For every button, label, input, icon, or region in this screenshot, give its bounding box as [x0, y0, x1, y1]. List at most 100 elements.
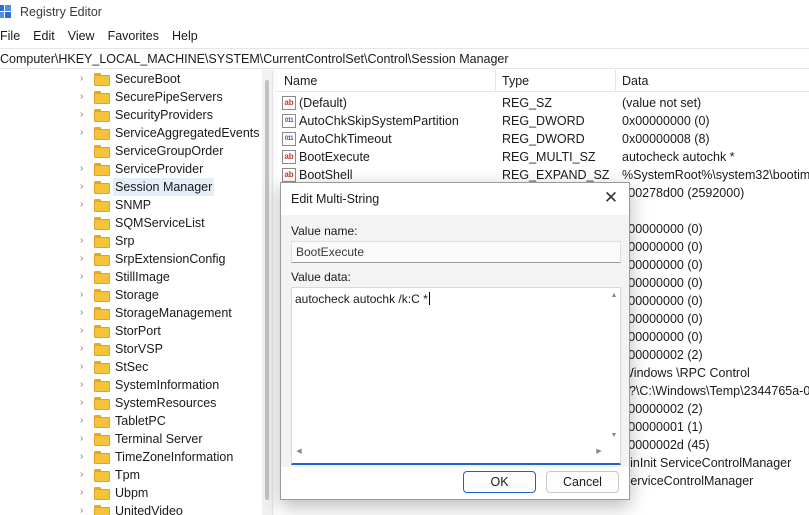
tree-item[interactable]: › Session Manager	[0, 178, 262, 196]
tree-item-label[interactable]: TabletPC	[113, 412, 168, 430]
menu-help[interactable]: Help	[172, 29, 198, 43]
tree-item-label[interactable]: ServiceProvider	[113, 160, 205, 178]
chevron-right-icon[interactable]: ›	[80, 164, 90, 174]
menu-view[interactable]: View	[68, 29, 95, 43]
column-header-type[interactable]: Type	[502, 74, 529, 88]
scroll-up-arrow-icon[interactable]: ▲	[610, 292, 618, 300]
tree-item[interactable]: › TabletPC	[0, 412, 262, 430]
tree-item[interactable]: › StorPort	[0, 322, 262, 340]
tree-item-label[interactable]: Srp	[113, 232, 136, 250]
tree-item-label[interactable]: StorPort	[113, 322, 163, 340]
menu-file[interactable]: File	[0, 29, 20, 43]
chevron-right-icon[interactable]: ›	[80, 272, 90, 282]
tree-item[interactable]: ServiceGroupOrder	[0, 142, 262, 160]
ok-button[interactable]: OK	[463, 471, 536, 493]
chevron-right-icon[interactable]: ›	[80, 92, 90, 102]
tree-item[interactable]: › StillImage	[0, 268, 262, 286]
tree-item-label[interactable]: SQMServiceList	[113, 214, 207, 232]
chevron-right-icon[interactable]: ›	[80, 434, 90, 444]
tree-item-label[interactable]: UnitedVideo	[113, 502, 185, 515]
value-row[interactable]: ab (Default) REG_SZ (value not set)	[277, 94, 809, 113]
value-row[interactable]: 011 AutoChkSkipSystemPartition REG_DWORD 0x…	[277, 112, 809, 131]
address-path[interactable]: Computer\HKEY_LOCAL_MACHINE\SYSTEM\Curre…	[0, 52, 509, 66]
chevron-right-icon[interactable]: ›	[80, 74, 90, 84]
tree-item-label[interactable]: SecurePipeServers	[113, 88, 225, 106]
tree-item[interactable]: › StorVSP	[0, 340, 262, 358]
column-separator[interactable]	[495, 70, 496, 92]
tree-item-label[interactable]: SNMP	[113, 196, 153, 214]
tree-item[interactable]: › Storage	[0, 286, 262, 304]
tree-item-label[interactable]: Tpm	[113, 466, 142, 484]
tree-item[interactable]: › ServiceAggregatedEvents	[0, 124, 262, 142]
tree-item-label[interactable]: SecureBoot	[113, 70, 182, 88]
tree-item[interactable]: › ServiceProvider	[0, 160, 262, 178]
chevron-right-icon[interactable]: ›	[80, 308, 90, 318]
tree-item[interactable]: › UnitedVideo	[0, 502, 262, 515]
chevron-right-icon[interactable]: ›	[80, 254, 90, 264]
chevron-right-icon[interactable]: ›	[80, 416, 90, 426]
tree-item[interactable]: › SystemInformation	[0, 376, 262, 394]
value-data-textarea[interactable]: autocheck autochk /k:C * ▲ ▼ ◀ ▶	[291, 287, 621, 465]
tree-scrollbar[interactable]	[262, 70, 272, 515]
tree-item[interactable]: › Tpm	[0, 466, 262, 484]
column-header-name[interactable]: Name	[284, 74, 317, 88]
address-bar[interactable]: Computer\HKEY_LOCAL_MACHINE\SYSTEM\Curre…	[0, 48, 809, 69]
tree-item[interactable]: › SrpExtensionConfig	[0, 250, 262, 268]
dialog-title-bar[interactable]: Edit Multi-String ✕	[281, 183, 629, 215]
chevron-right-icon[interactable]: ›	[80, 452, 90, 462]
chevron-right-icon[interactable]: ›	[80, 488, 90, 498]
close-icon[interactable]: ✕	[599, 187, 623, 211]
tree-item-label[interactable]: TimeZoneInformation	[113, 448, 235, 466]
chevron-right-icon[interactable]: ›	[80, 200, 90, 210]
chevron-right-icon[interactable]: ›	[80, 506, 90, 515]
chevron-right-icon[interactable]: ›	[80, 128, 90, 138]
chevron-right-icon[interactable]: ›	[80, 344, 90, 354]
tree-item-label[interactable]: Ubpm	[113, 484, 150, 502]
chevron-right-icon[interactable]: ›	[80, 110, 90, 120]
tree-item-label[interactable]: SecurityProviders	[113, 106, 215, 124]
tree-item[interactable]: › SecureBoot	[0, 70, 262, 88]
tree-item-label[interactable]: StorVSP	[113, 340, 165, 358]
tree-item-label[interactable]: SystemInformation	[113, 376, 221, 394]
tree-item[interactable]: › Srp	[0, 232, 262, 250]
tree-item-label[interactable]: StorageManagement	[113, 304, 234, 322]
tree-item[interactable]: › TimeZoneInformation	[0, 448, 262, 466]
scroll-down-arrow-icon[interactable]: ▼	[610, 432, 618, 440]
tree-item-label[interactable]: Session Manager	[113, 178, 215, 196]
chevron-right-icon[interactable]: ›	[80, 362, 90, 372]
tree-item[interactable]: › Terminal Server	[0, 430, 262, 448]
chevron-right-icon[interactable]: ›	[80, 380, 90, 390]
tree-item[interactable]: › SystemResources	[0, 394, 262, 412]
tree-item-label[interactable]: StSec	[113, 358, 150, 376]
tree-scrollbar-thumb[interactable]	[265, 80, 269, 500]
menu-favorites[interactable]: Favorites	[108, 29, 159, 43]
tree-item-label[interactable]: Storage	[113, 286, 161, 304]
tree-item-label[interactable]: SystemResources	[113, 394, 218, 412]
textarea-horizontal-scrollbar[interactable]: ◀ ▶	[292, 443, 608, 463]
column-separator[interactable]	[615, 70, 616, 92]
tree-item[interactable]: › StSec	[0, 358, 262, 376]
scroll-right-arrow-icon[interactable]: ▶	[595, 448, 603, 456]
chevron-right-icon[interactable]: ›	[80, 398, 90, 408]
value-name-field[interactable]: BootExecute	[291, 241, 621, 263]
chevron-right-icon[interactable]: ›	[80, 236, 90, 246]
value-data-text[interactable]: autocheck autochk /k:C *	[295, 292, 430, 306]
column-header-data[interactable]: Data	[622, 74, 648, 88]
cancel-button[interactable]: Cancel	[546, 471, 619, 493]
tree-item[interactable]: › SecurePipeServers	[0, 88, 262, 106]
chevron-right-icon[interactable]: ›	[80, 326, 90, 336]
tree-item[interactable]: SQMServiceList	[0, 214, 262, 232]
chevron-right-icon[interactable]: ›	[80, 470, 90, 480]
tree-item[interactable]: › SNMP	[0, 196, 262, 214]
tree-item-label[interactable]: SrpExtensionConfig	[113, 250, 227, 268]
chevron-right-icon[interactable]: ›	[80, 290, 90, 300]
tree-item[interactable]: › Ubpm	[0, 484, 262, 502]
tree-item-label[interactable]: Terminal Server	[113, 430, 205, 448]
menu-edit[interactable]: Edit	[33, 29, 55, 43]
tree-item[interactable]: › SecurityProviders	[0, 106, 262, 124]
scroll-left-arrow-icon[interactable]: ◀	[295, 448, 303, 456]
tree-item-label[interactable]: StillImage	[113, 268, 172, 286]
value-row[interactable]: 011 AutoChkTimeout REG_DWORD 0x00000008 (8)	[277, 130, 809, 149]
tree-item[interactable]: › StorageManagement	[0, 304, 262, 322]
textarea-vertical-scrollbar[interactable]: ▲ ▼	[608, 288, 620, 444]
